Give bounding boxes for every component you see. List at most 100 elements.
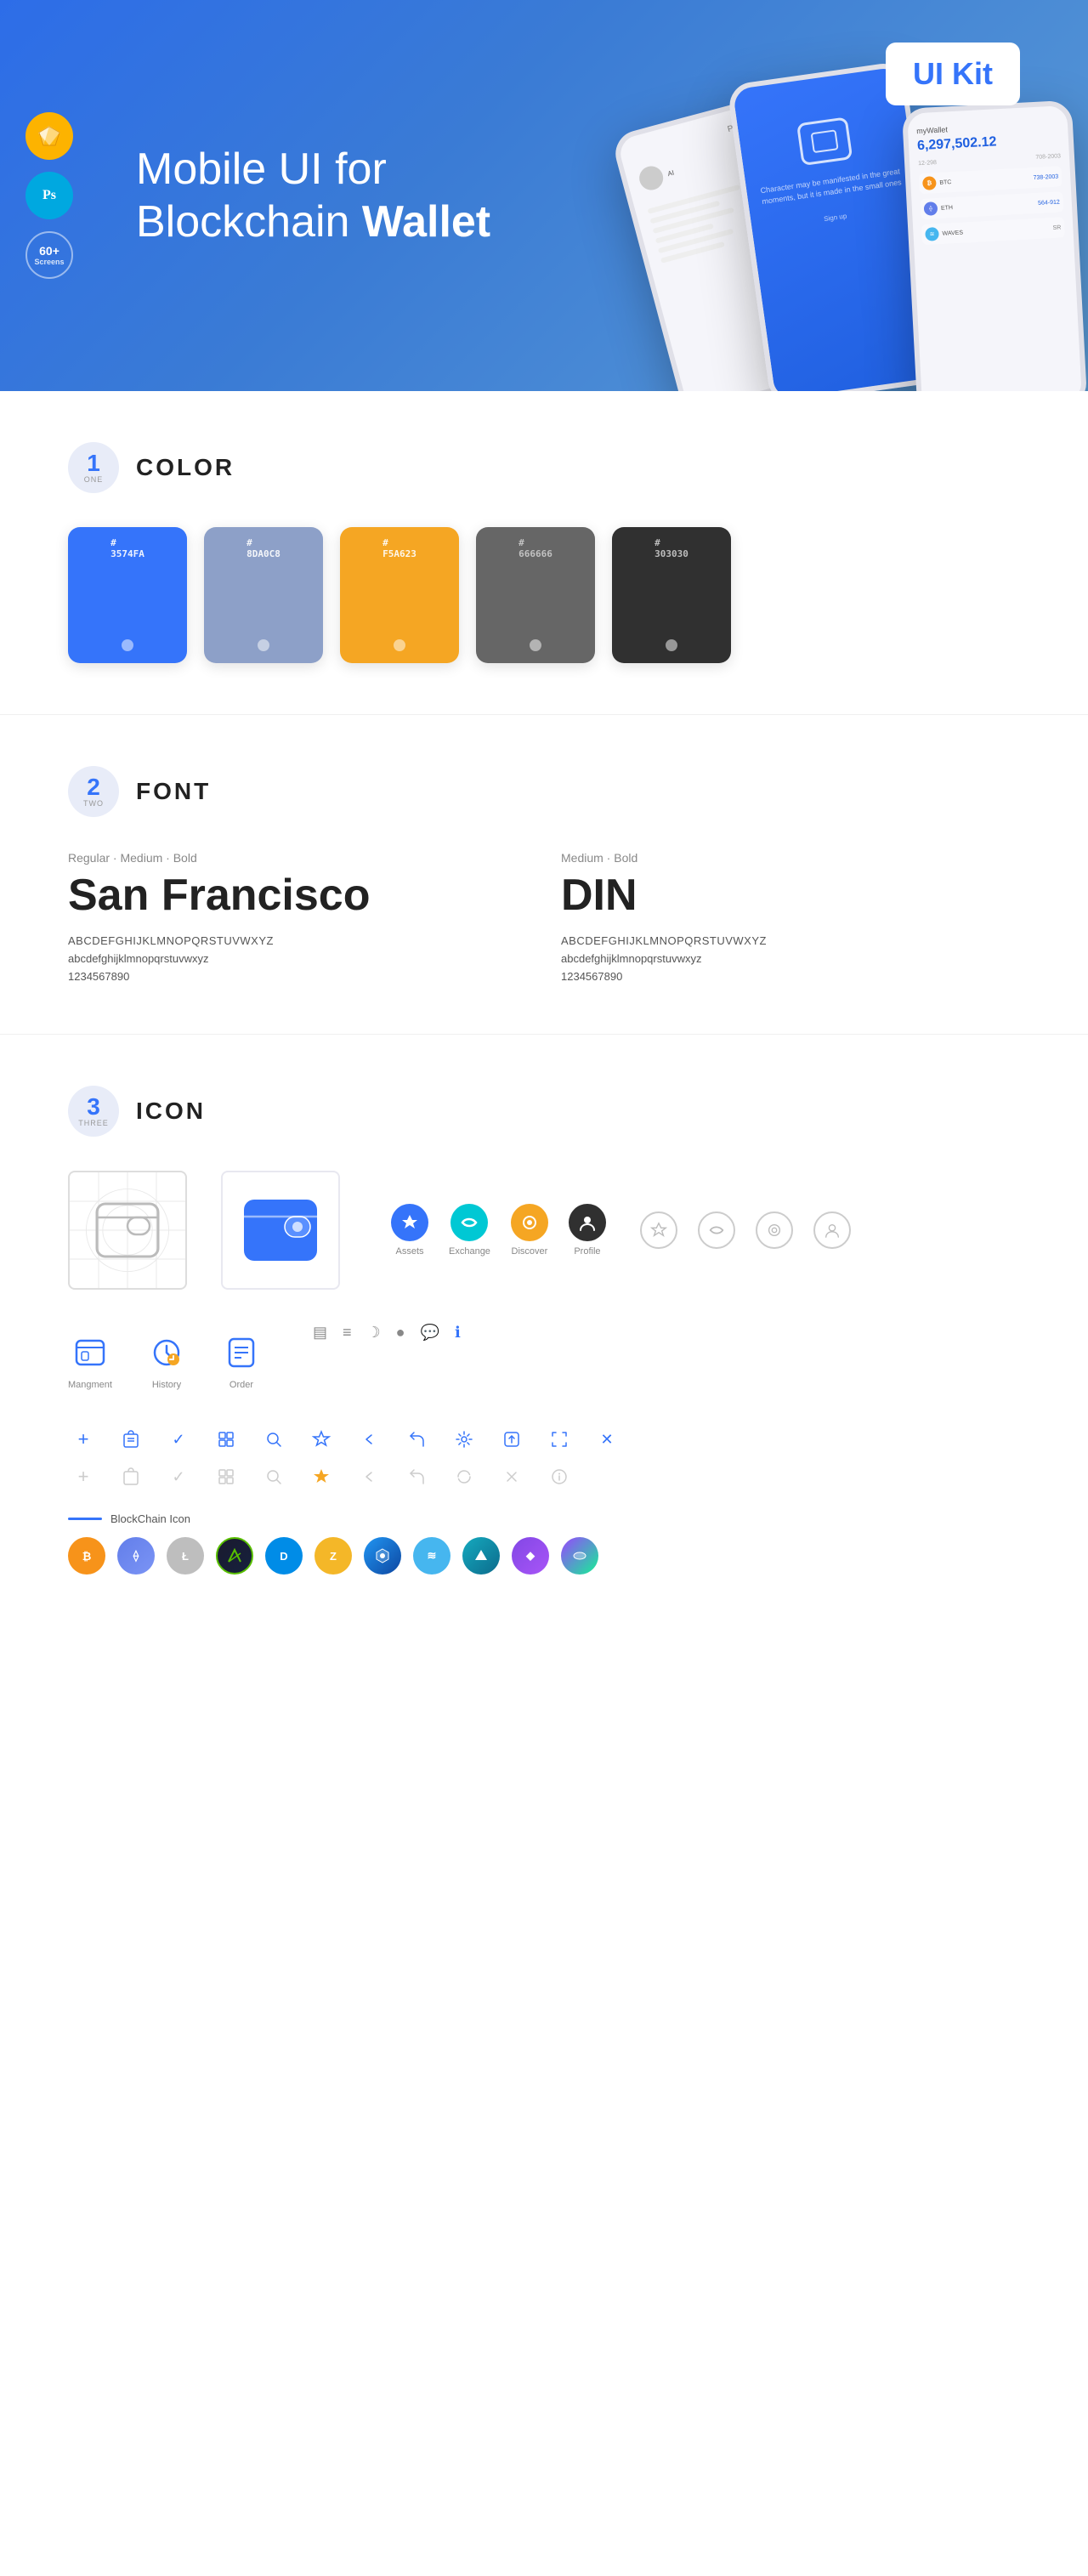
tool-icons-row-2: + ✓	[68, 1461, 1020, 1492]
hero-tool-icons: Ps 60+ Screens	[26, 112, 73, 279]
din-uppercase: ABCDEFGHIJKLMNOPQRSTUVWXYZ	[561, 934, 1020, 947]
sketch-icon	[26, 112, 73, 160]
discover-icon	[511, 1204, 548, 1241]
clipboard-ghost-icon	[116, 1461, 146, 1492]
mgmt-icons-group: Mangment History	[68, 1332, 262, 1390]
blockchain-line	[68, 1518, 102, 1520]
icon-title: ICON	[136, 1098, 206, 1125]
exchange-label: Exchange	[449, 1246, 490, 1257]
misc-icons-row-1: ▤ ≡ ☽ ● 💬 ℹ	[313, 1324, 461, 1342]
grid-ghost-icon	[211, 1461, 241, 1492]
din-name: DIN	[561, 870, 1020, 921]
search-icon	[258, 1424, 289, 1455]
swatch-gray: #666666	[476, 527, 595, 663]
info-icon: ℹ	[455, 1324, 461, 1342]
icon-row-1: Assets Exchange	[68, 1171, 1020, 1290]
chat-icon: ▤	[313, 1324, 327, 1342]
assets-ghost-icon	[640, 1211, 677, 1249]
history-icon-item: History	[146, 1332, 187, 1390]
clipboard-icon	[116, 1424, 146, 1455]
check-icon: ✓	[163, 1424, 194, 1455]
din-numbers: 1234567890	[561, 970, 1020, 983]
ltc-icon: Ł	[167, 1537, 204, 1575]
profile-icon	[569, 1204, 606, 1241]
exchange-icon	[450, 1204, 488, 1241]
din-style: Medium · Bold	[561, 851, 1020, 865]
assets-label: Assets	[395, 1246, 423, 1257]
blockchain-label-row: BlockChain Icon	[68, 1512, 1020, 1525]
wallet-grid-icon-demo	[68, 1171, 187, 1290]
info-ghost-icon	[544, 1461, 575, 1492]
search-ghost-icon	[258, 1461, 289, 1492]
color-swatches: #3574FA #8DA0C8 #F5A623 #666666 #303030	[68, 527, 1020, 663]
zcash-icon: Z	[314, 1537, 352, 1575]
font-title: FONT	[136, 778, 211, 805]
history-icon	[146, 1332, 187, 1373]
close-icon: ✕	[592, 1424, 622, 1455]
settings-icon	[449, 1424, 479, 1455]
blockchain-icons-section: BlockChain Icon ₿ ⟠ Ł D Z ≋ ◆	[68, 1512, 1020, 1575]
star-filled-icon	[306, 1461, 337, 1492]
font-section: 2 TWO FONT Regular · Medium · Bold San F…	[0, 715, 1088, 1034]
font-din: Medium · Bold DIN ABCDEFGHIJKLMNOPQRSTUV…	[561, 851, 1020, 983]
screens-count-icon: 60+ Screens	[26, 231, 73, 279]
profile-label: Profile	[574, 1246, 600, 1257]
swatch-dark: #303030	[612, 527, 731, 663]
din-lowercase: abcdefghijklmnopqrstuvwxyz	[561, 952, 1020, 965]
share-icon	[401, 1424, 432, 1455]
history-label: History	[152, 1380, 181, 1390]
discover-ghost-icon	[756, 1211, 793, 1249]
wallet-filled-icon-demo	[221, 1171, 340, 1290]
stack-icon: ≡	[343, 1324, 352, 1342]
discover-label: Discover	[512, 1246, 548, 1257]
ghost-nav-icons	[640, 1211, 851, 1249]
grid-icon	[211, 1424, 241, 1455]
sf-lowercase: abcdefghijklmnopqrstuvwxyz	[68, 952, 527, 965]
management-icon	[70, 1332, 110, 1373]
discover-icon-item: Discover	[511, 1204, 548, 1257]
plus-icon: +	[68, 1424, 99, 1455]
moon-icon: ☽	[367, 1324, 381, 1342]
plus-ghost-icon: +	[68, 1461, 99, 1492]
assets-icon-item: Assets	[391, 1204, 428, 1257]
back-icon	[354, 1424, 384, 1455]
sf-uppercase: ABCDEFGHIJKLMNOPQRSTUVWXYZ	[68, 934, 527, 947]
sf-style: Regular · Medium · Bold	[68, 851, 527, 865]
section-num-2: 2 TWO	[68, 766, 119, 817]
phone-mockups: Profile AI	[620, 68, 1088, 391]
waves-icon: ≋	[413, 1537, 450, 1575]
photoshop-icon: Ps	[26, 172, 73, 219]
font-grid: Regular · Medium · Bold San Francisco AB…	[68, 851, 1020, 983]
font-section-header: 2 TWO FONT	[68, 766, 1020, 817]
btc-icon: ₿	[68, 1537, 105, 1575]
icon-section: 3 THREE ICON	[0, 1035, 1088, 1626]
upload-icon	[496, 1424, 527, 1455]
hero-section: Ps 60+ Screens Mobile UI for Blockchain …	[0, 0, 1088, 391]
hero-title: Mobile UI for Blockchain Wallet	[136, 143, 544, 249]
swatch-slate: #8DA0C8	[204, 527, 323, 663]
management-label: Mangment	[68, 1380, 112, 1390]
swatch-blue: #3574FA	[68, 527, 187, 663]
color-section: 1 ONE COLOR #3574FA #8DA0C8 #F5A623 #666…	[0, 391, 1088, 714]
refresh-ghost-icon	[449, 1461, 479, 1492]
sf-name: San Francisco	[68, 870, 527, 921]
check-ghost-icon: ✓	[163, 1461, 194, 1492]
qtum-icon	[364, 1537, 401, 1575]
blockchain-label: BlockChain Icon	[110, 1512, 190, 1525]
section-num-1: 1 ONE	[68, 442, 119, 493]
order-icon-item: Order	[221, 1332, 262, 1390]
eth-icon: ⟠	[117, 1537, 155, 1575]
phone-right: myWallet 6,297,502.12 12-298708-2003 ₿ B…	[902, 100, 1088, 391]
exchange-icon-item: Exchange	[449, 1204, 490, 1257]
sf-numbers: 1234567890	[68, 970, 527, 983]
assets-icon	[391, 1204, 428, 1241]
font-san-francisco: Regular · Medium · Bold San Francisco AB…	[68, 851, 527, 983]
section-num-3: 3 THREE	[68, 1086, 119, 1137]
sol-icon	[561, 1537, 598, 1575]
neo-icon	[216, 1537, 253, 1575]
star-icon	[306, 1424, 337, 1455]
swatch-orange: #F5A623	[340, 527, 459, 663]
crypto-icons-row: ₿ ⟠ Ł D Z ≋ ◆	[68, 1537, 1020, 1575]
color-title: COLOR	[136, 454, 235, 481]
back-ghost-icon	[354, 1461, 384, 1492]
